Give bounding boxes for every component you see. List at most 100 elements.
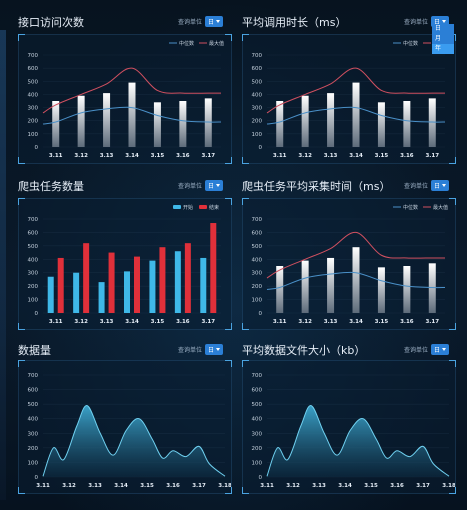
frame-corner: [242, 360, 249, 367]
bar: [276, 101, 284, 147]
unit-option-year[interactable]: 年: [432, 44, 454, 54]
legend-label: 结束: [209, 204, 219, 211]
chart-frame: 0 100 200 300 400 500 600 700 3.11 3.12 3.13 3.14 3.…: [242, 360, 456, 494]
unit-select[interactable]: 日: [431, 344, 450, 355]
panel-avg-call-duration: 平均调用时长（ms） 查询单位 日 0 100 200 300 400 500 600 700…: [242, 14, 464, 164]
y-tick-label: 0: [259, 475, 263, 481]
y-tick-label: 0: [35, 311, 39, 317]
x-tick-label: 3.14: [349, 319, 363, 325]
frame-corner: [449, 487, 456, 494]
query-unit: 查询单位 日: [178, 180, 224, 191]
y-tick-label: 100: [252, 460, 263, 466]
x-tick-label: 3.15: [151, 319, 165, 325]
y-tick-label: 600: [252, 230, 263, 236]
x-tick-label: 3.16: [400, 319, 414, 325]
frame-corner: [18, 157, 25, 164]
frame-corner: [18, 487, 25, 494]
frame-corner: [225, 487, 232, 494]
x-tick-label: 3.11: [36, 483, 50, 489]
bar: [428, 263, 436, 313]
x-tick-label: 3.14: [349, 153, 363, 159]
bar: [57, 257, 64, 313]
chart-data-volume: 0 100 200 300 400 500 600 700 3.11 3.12 3.13 3.14 3.…: [28, 373, 232, 489]
x-tick-label: 3.12: [298, 153, 312, 159]
bar: [184, 243, 191, 313]
bar: [103, 93, 111, 147]
x-tick-label: 3.14: [114, 483, 128, 489]
legend-label: 中位数: [403, 204, 418, 211]
y-tick-label: 700: [28, 217, 39, 223]
query-unit: 查询单位 日: [178, 344, 224, 355]
x-tick-label: 3.17: [192, 483, 206, 489]
unit-option-day[interactable]: 日: [432, 24, 454, 34]
x-tick-label: 3.13: [100, 153, 114, 159]
bar: [174, 251, 181, 313]
bar: [149, 260, 156, 313]
bar: [301, 95, 309, 147]
bar: [179, 101, 187, 147]
frame-corner: [18, 323, 25, 330]
y-tick-label: 0: [35, 475, 39, 481]
y-tick-label: 400: [252, 92, 263, 98]
bar: [403, 101, 411, 147]
chevron-down-icon: [216, 184, 221, 187]
frame-corner: [225, 34, 232, 41]
bar: [352, 82, 360, 147]
unit-select[interactable]: 日: [205, 344, 224, 355]
y-tick-label: 500: [28, 79, 39, 85]
panel-title: 数据量: [18, 344, 51, 357]
x-tick-label: 3.16: [390, 483, 404, 489]
x-tick-label: 3.13: [100, 319, 114, 325]
frame-corner: [242, 198, 249, 205]
x-tick-label: 3.17: [201, 153, 215, 159]
y-tick-label: 0: [259, 311, 263, 317]
x-tick-label: 3.13: [324, 319, 338, 325]
frame-corner: [18, 360, 25, 367]
chevron-down-icon: [442, 20, 447, 23]
panel-title: 接口访问次数: [18, 16, 84, 29]
unit-option-month[interactable]: 月: [432, 34, 454, 44]
frame-corner: [225, 157, 232, 164]
x-tick-label: 3.11: [273, 153, 287, 159]
frame-corner: [449, 198, 456, 205]
y-tick-label: 100: [252, 298, 263, 304]
x-tick-label: 3.12: [286, 483, 300, 489]
x-tick-label: 3.17: [416, 483, 430, 489]
frame-corner: [449, 360, 456, 367]
chart-avg-call-duration: 0 100 200 300 400 500 600 700 3.11 3.12 3.13 3.14 3.…: [252, 40, 449, 159]
unit-select[interactable]: 日: [205, 16, 224, 27]
x-tick-label: 3.17: [201, 319, 215, 325]
y-tick-label: 500: [252, 244, 263, 250]
bar: [204, 98, 212, 147]
unit-dropdown-menu: 日 月 年: [432, 24, 454, 54]
bar: [276, 266, 284, 313]
x-tick-label: 3.17: [425, 319, 439, 325]
frame-corner: [18, 34, 25, 41]
y-tick-label: 300: [252, 106, 263, 112]
y-tick-label: 200: [28, 284, 39, 290]
unit-select-value: 日: [208, 19, 215, 26]
chart-frame: 0 100 200 300 400 500 600 700 3.11 3.12 3.13 3.14 3.…: [18, 198, 232, 330]
query-unit: 查询单位 日: [178, 16, 224, 27]
query-unit: 查询单位 日: [404, 344, 450, 355]
bar: [98, 282, 105, 313]
y-tick-label: 400: [28, 257, 39, 263]
frame-corner: [242, 323, 249, 330]
y-tick-label: 400: [28, 417, 39, 423]
x-tick-label: 3.16: [166, 483, 180, 489]
chevron-down-icon: [442, 184, 447, 187]
panel-api-calls: 接口访问次数 查询单位 日 0 100 200 300 400 500 600 700 3.11…: [18, 14, 238, 164]
bar: [153, 102, 161, 147]
bar: [377, 102, 385, 147]
bar: [47, 276, 54, 313]
x-tick-label: 3.16: [176, 153, 190, 159]
panel-title: 爬虫任务平均采集时间（ms）: [242, 180, 391, 193]
bar: [77, 95, 85, 147]
unit-select[interactable]: 日: [205, 180, 224, 191]
x-tick-label: 3.13: [312, 483, 326, 489]
unit-select-value: 日: [434, 183, 441, 190]
chart-frame: 0 100 200 300 400 500 600 700 3.11 3.12 3.13 3.14 3.…: [18, 34, 232, 164]
panel-title: 平均数据文件大小（kb）: [242, 344, 366, 357]
panel-data-volume: 数据量 查询单位 日 0 100 200 300 400 500 600 700 3.11 3.1…: [18, 342, 238, 494]
unit-select[interactable]: 日: [431, 180, 450, 191]
